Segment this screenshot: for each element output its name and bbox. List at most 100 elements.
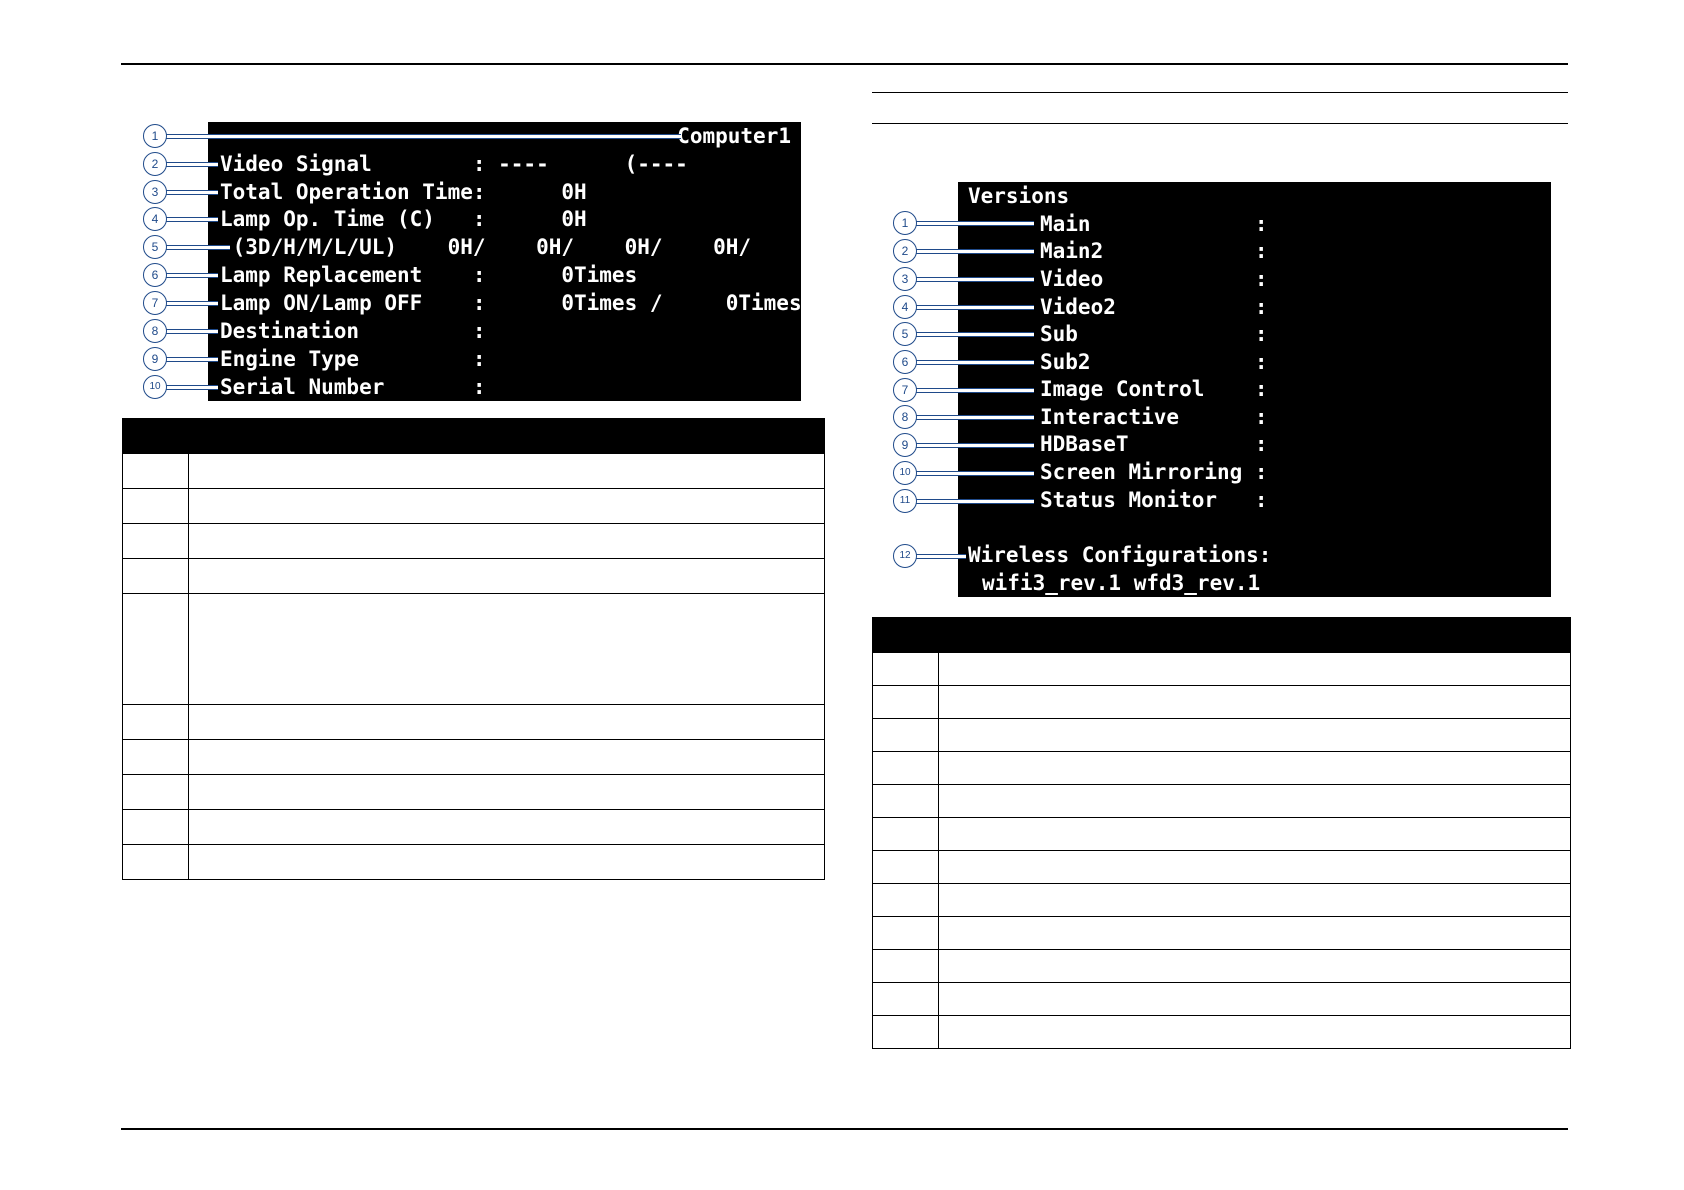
callout-badge: 12 — [893, 544, 917, 568]
version-row-video: Video : — [1040, 267, 1268, 291]
callout-badge: 7 — [143, 291, 167, 315]
callout-leader — [166, 301, 218, 306]
table-row — [872, 883, 1571, 917]
table-row — [122, 809, 825, 845]
table-row — [872, 916, 1571, 950]
callout-badge: 6 — [143, 263, 167, 287]
table-header-row — [122, 418, 825, 454]
screen-row-lamp-replacement: Lamp Replacement : 0Times — [220, 263, 638, 287]
table-header-row — [872, 617, 1571, 653]
wireless-config-label: Wireless Configurations: — [968, 543, 1272, 567]
table-row — [122, 593, 825, 705]
versions-title: Versions — [968, 184, 1070, 208]
callout-badge: 6 — [893, 350, 917, 374]
callout-leader — [916, 305, 1034, 310]
callout-leader — [916, 332, 1034, 337]
table-header-cell — [188, 418, 825, 454]
table-row — [872, 949, 1571, 983]
callout-badge: 8 — [893, 405, 917, 429]
callout-badge: 7 — [893, 378, 917, 402]
version-row-image-control: Image Control : — [1040, 377, 1268, 401]
callout-leader — [916, 471, 1034, 476]
callout-badge: 9 — [893, 433, 917, 457]
table-row — [872, 718, 1571, 752]
top-rule — [121, 63, 1568, 65]
callout-leader — [166, 385, 218, 390]
screen-row-lamp-modes: (3D/H/M/L/UL) 0H/ 0H/ 0H/ 0H/ 0H — [220, 235, 827, 259]
callout-badge: 1 — [143, 124, 167, 148]
table-row — [872, 685, 1571, 719]
screen-row-engine-type: Engine Type : — [220, 347, 486, 371]
callout-leader — [166, 134, 681, 139]
callout-leader — [916, 499, 1034, 504]
table-row — [872, 1015, 1571, 1049]
screen-row-serial-number: Serial Number : — [220, 375, 486, 399]
screen-row-lamp-op-time: Lamp Op. Time (C) : 0H — [220, 207, 587, 231]
callout-badge: 5 — [893, 322, 917, 346]
screen-row-video-signal: Video Signal : ---- (---- ) — [220, 152, 815, 176]
callout-badge: 8 — [143, 319, 167, 343]
wireless-config-value: wifi3_rev.1 wfd3_rev.1 — [982, 571, 1261, 595]
callout-leader — [916, 388, 1034, 393]
table-row — [122, 453, 825, 489]
versions-screen: Versions Main : Main2 : Video : Video2 :… — [958, 182, 1551, 597]
callout-leader — [916, 554, 966, 559]
callout-badge: 5 — [143, 235, 167, 259]
callout-leader — [166, 190, 218, 195]
table-row — [122, 739, 825, 775]
table-header-cell — [122, 418, 189, 454]
table-header-cell — [872, 617, 939, 653]
version-row-status-monitor: Status Monitor : — [1040, 488, 1268, 512]
version-row-main: Main : — [1040, 212, 1268, 236]
callout-leader — [916, 221, 1034, 226]
callout-leader — [166, 245, 230, 250]
table-row — [122, 774, 825, 810]
right-section-rule-2 — [872, 123, 1568, 124]
table-header-cell — [938, 617, 1571, 653]
table-row — [122, 844, 825, 880]
callout-badge: 4 — [893, 295, 917, 319]
callout-leader — [166, 162, 218, 167]
callout-badge: 2 — [893, 239, 917, 263]
screen-row-lamp-on-off: Lamp ON/Lamp OFF : 0Times / 0Times — [220, 291, 802, 315]
callout-leader — [916, 443, 1034, 448]
left-description-table — [122, 418, 825, 880]
version-row-video2: Video2 : — [1040, 295, 1268, 319]
callout-badge: 3 — [893, 267, 917, 291]
callout-leader — [916, 415, 1034, 420]
version-row-hdbaset: HDBaseT : — [1040, 432, 1268, 456]
version-row-sub2: Sub2 : — [1040, 350, 1268, 374]
callout-badge: 2 — [143, 152, 167, 176]
screen-source-header: Computer1 — [677, 124, 791, 148]
table-row — [872, 982, 1571, 1016]
table-row — [122, 558, 825, 594]
projector-info-screen: Computer1 Video Signal : ---- (---- ) To… — [208, 122, 827, 401]
callout-badge: 3 — [143, 180, 167, 204]
callout-leader — [166, 357, 218, 362]
table-row — [872, 784, 1571, 818]
version-row-main2: Main2 : — [1040, 239, 1268, 263]
version-row-screen-mirroring: Screen Mirroring : — [1040, 460, 1268, 484]
callout-leader — [166, 217, 218, 222]
table-row — [122, 704, 825, 740]
version-row-sub: Sub : — [1040, 322, 1268, 346]
callout-badge: 10 — [143, 375, 167, 399]
screen-row-destination: Destination : — [220, 319, 486, 343]
screen-row-total-operation-time: Total Operation Time: 0H — [220, 180, 587, 204]
callout-leader — [916, 360, 1034, 365]
bottom-rule — [121, 1128, 1568, 1130]
callout-leader — [166, 329, 218, 334]
table-row — [122, 523, 825, 559]
callout-badge: 9 — [143, 347, 167, 371]
table-row — [122, 488, 825, 524]
callout-badge: 10 — [893, 461, 917, 485]
version-row-interactive: Interactive : — [1040, 405, 1268, 429]
table-row — [872, 751, 1571, 785]
callout-leader — [916, 277, 1034, 282]
callout-badge: 1 — [893, 211, 917, 235]
callout-leader — [166, 273, 218, 278]
callout-leader — [916, 249, 1034, 254]
right-section-rule-1 — [872, 92, 1568, 93]
right-description-table — [872, 617, 1571, 1049]
callout-badge: 11 — [893, 489, 917, 513]
